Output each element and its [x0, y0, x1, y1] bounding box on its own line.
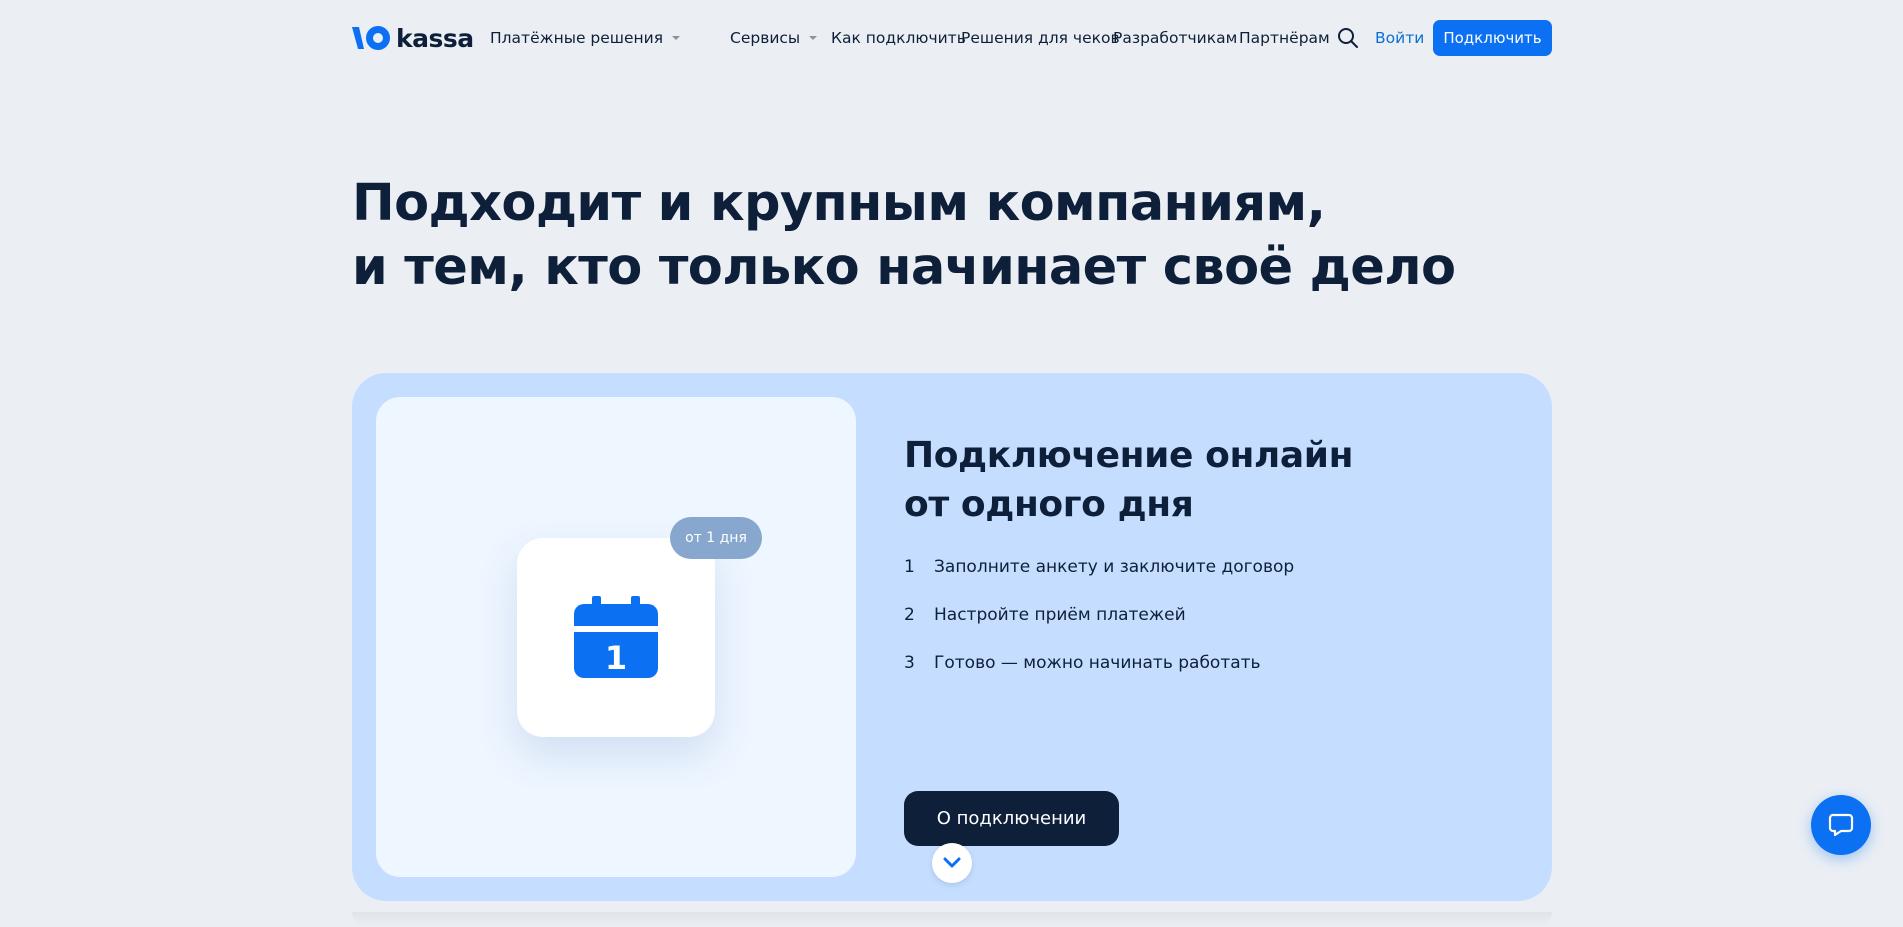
nav-payment-solutions[interactable]: Платёжные решения [490, 27, 681, 49]
card-title: Подключение онлайн от одного дня [904, 431, 1353, 529]
about-connection-button[interactable]: О подключении [904, 791, 1119, 846]
list-item: 1 Заполните анкету и заключите договор [904, 557, 1294, 605]
page-title-line-1: Подходит и крупным компаниям, [352, 174, 1326, 233]
card-title-line-2: от одного дня [904, 484, 1194, 525]
chat-icon [1828, 813, 1854, 837]
step-text: Готово — можно начинать работать [934, 653, 1261, 673]
search-icon [1338, 28, 1358, 48]
chevron-down-icon [672, 36, 681, 40]
chevron-down-icon [943, 857, 961, 868]
step-number: 2 [904, 605, 915, 625]
site-header: kassa Платёжные решения Сервисы Как подк… [0, 0, 1903, 76]
page-title: Подходит и крупным компаниям, и тем, кто… [352, 172, 1456, 300]
page-title-line-2: и тем, кто только начинает своё дело [352, 238, 1456, 297]
feature-illustration: 1 от 1 дня [376, 397, 856, 877]
calendar-day: 1 [605, 639, 627, 677]
login-link[interactable]: Войти [1375, 27, 1424, 49]
step-text: Заполните анкету и заключите договор [934, 557, 1295, 577]
search-button[interactable] [1336, 26, 1360, 50]
step-number: 3 [904, 653, 915, 673]
nav-services[interactable]: Сервисы [730, 27, 818, 49]
step-text: Настройте приём платежей [934, 605, 1186, 625]
feature-card: 1 от 1 дня Подключение онлайн от одного … [352, 373, 1552, 901]
connect-button[interactable]: Подключить [1433, 20, 1552, 56]
nav-payment-solutions-label: Платёжные решения [490, 29, 664, 47]
duration-badge: от 1 дня [670, 517, 762, 559]
card-title-line-1: Подключение онлайн [904, 435, 1354, 476]
nav-receipts[interactable]: Решения для чеков [961, 27, 1120, 49]
logo-text: kassa [396, 23, 474, 53]
chat-button[interactable] [1811, 795, 1871, 855]
nav-developers[interactable]: Разработчикам [1113, 27, 1237, 49]
step-number: 1 [904, 557, 915, 577]
list-item: 2 Настройте приём платежей [904, 605, 1294, 653]
scroll-down-button[interactable] [932, 843, 972, 883]
nav-services-label: Сервисы [730, 29, 801, 47]
logo[interactable]: kassa [352, 22, 474, 54]
calendar-tile: 1 [517, 538, 715, 737]
calendar-icon: 1 [574, 596, 658, 678]
yoomoney-logo-icon [352, 26, 390, 50]
steps-list: 1 Заполните анкету и заключите договор 2… [904, 557, 1294, 701]
list-item: 3 Готово — можно начинать работать [904, 653, 1294, 701]
chevron-down-icon [809, 36, 818, 40]
nav-how-to-connect[interactable]: Как подключить [831, 27, 966, 49]
next-card-edge [352, 912, 1552, 927]
nav-partners[interactable]: Партнёрам [1239, 27, 1330, 49]
